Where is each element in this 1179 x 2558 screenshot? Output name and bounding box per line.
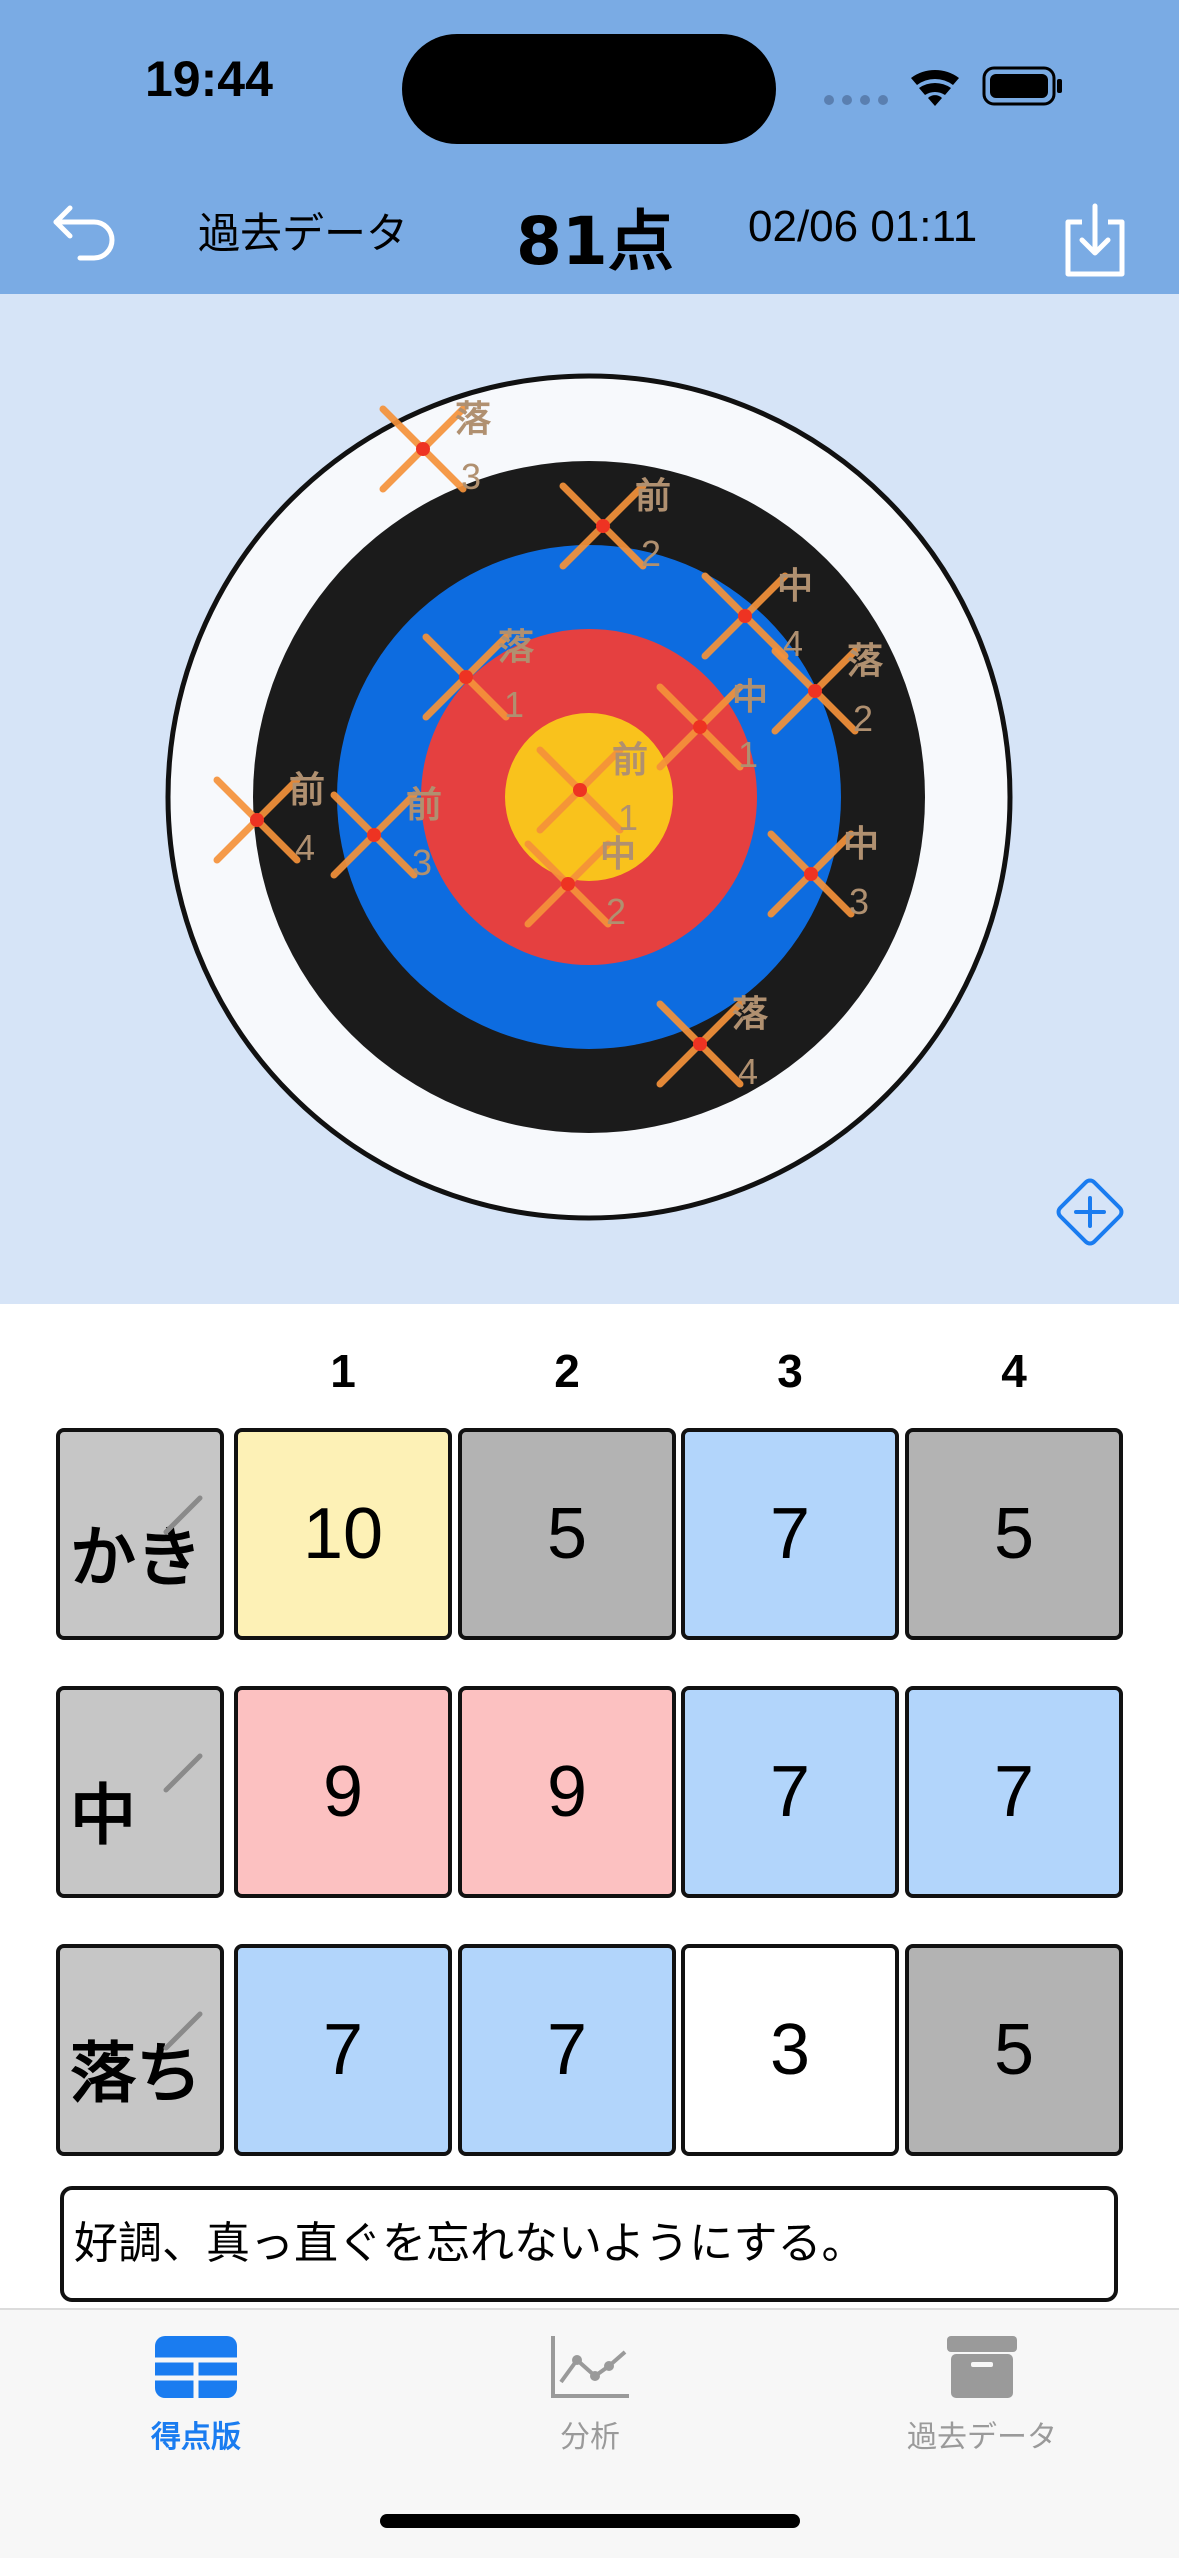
record-datetime: 02/06 01:11 bbox=[748, 202, 978, 251]
score-cell[interactable]: 5 bbox=[458, 1428, 676, 1640]
row-label-ochi[interactable]: 落ち bbox=[56, 1944, 224, 2156]
score-table: 1 2 3 4 かき 10 5 7 5 中 9 9 7 7 落ち 7 7 3 5… bbox=[0, 1304, 1179, 2308]
home-indicator bbox=[380, 2514, 800, 2528]
tab-label: 過去データ bbox=[907, 2420, 1057, 2455]
marker-label: 中 bbox=[843, 824, 879, 865]
marker-number: 2 bbox=[606, 891, 626, 932]
tab-analysis[interactable]: 分析 bbox=[440, 2330, 740, 2470]
row-label-text: 中 bbox=[70, 1777, 136, 1854]
column-header-3: 3 bbox=[777, 1345, 803, 1397]
marker-label: 落 bbox=[498, 627, 535, 668]
tab-past-data[interactable]: 過去データ bbox=[832, 2330, 1132, 2470]
column-header-1: 1 bbox=[330, 1345, 356, 1397]
signal-icon bbox=[824, 95, 888, 105]
pencil-icon[interactable] bbox=[160, 1750, 206, 1796]
marker-label: 中 bbox=[600, 834, 636, 875]
plus-diamond-icon[interactable] bbox=[1052, 1174, 1128, 1250]
score-cell[interactable]: 3 bbox=[681, 1944, 899, 2156]
marker-number: 3 bbox=[461, 456, 481, 497]
status-icons bbox=[824, 66, 1062, 106]
marker-label: 前 bbox=[635, 476, 671, 517]
tab-scoreboard[interactable]: 得点版 bbox=[46, 2330, 346, 2470]
dynamic-island bbox=[402, 34, 776, 144]
pencil-icon[interactable] bbox=[160, 1492, 206, 1538]
column-header-4: 4 bbox=[1001, 1345, 1027, 1397]
wifi-icon bbox=[911, 70, 959, 106]
marker-number: 2 bbox=[853, 698, 873, 739]
marker-label: 落 bbox=[455, 399, 492, 440]
marker-number: 3 bbox=[849, 881, 869, 922]
line-chart-icon bbox=[551, 2336, 629, 2398]
marker-label: 落 bbox=[732, 994, 769, 1035]
marker-label: 前 bbox=[612, 740, 648, 781]
memo-field[interactable]: 好調、真っ直ぐを忘れないようにする。 bbox=[60, 2186, 1118, 2302]
marker-label: 前 bbox=[289, 770, 325, 811]
tab-label: 得点版 bbox=[151, 2420, 241, 2455]
undo-arrow-icon[interactable] bbox=[50, 190, 130, 270]
score-cell[interactable]: 9 bbox=[234, 1686, 452, 1898]
battery-icon bbox=[982, 66, 1062, 106]
marker-number: 1 bbox=[738, 734, 758, 775]
score-cell[interactable]: 7 bbox=[681, 1428, 899, 1640]
marker-number: 4 bbox=[295, 827, 315, 868]
score-cell[interactable]: 5 bbox=[905, 1428, 1123, 1640]
row-label-kaki[interactable]: かき bbox=[56, 1428, 224, 1640]
status-time: 19:44 bbox=[145, 51, 273, 107]
score-cell[interactable]: 7 bbox=[681, 1686, 899, 1898]
archive-box-icon bbox=[947, 2336, 1017, 2398]
score-cell[interactable]: 5 bbox=[905, 1944, 1123, 2156]
row-label-naka[interactable]: 中 bbox=[56, 1686, 224, 1898]
target-area[interactable]: 落3前2中4落1落2中1前1前4前3中2中3落4 bbox=[0, 294, 1179, 1304]
archery-target[interactable]: 落3 前2中4落1落2中1前1前4前3 中2中3落4 bbox=[0, 294, 1179, 1304]
marker-number: 1 bbox=[618, 797, 638, 838]
header: 過去データ 81点 02/06 01:11 bbox=[0, 160, 1179, 294]
marker-label: 中 bbox=[732, 677, 768, 718]
past-data-label[interactable]: 過去データ bbox=[198, 200, 408, 261]
marker-label: 前 bbox=[406, 785, 442, 826]
marker-label: 落 bbox=[847, 641, 884, 682]
column-header-2: 2 bbox=[554, 1345, 580, 1397]
score-cell[interactable]: 7 bbox=[458, 1944, 676, 2156]
marker-label: 中 bbox=[777, 566, 813, 607]
score-cell[interactable]: 7 bbox=[905, 1686, 1123, 1898]
grid-table-icon bbox=[155, 2336, 237, 2398]
marker-number: 2 bbox=[641, 533, 661, 574]
tab-bar: 得点版 分析 過去データ bbox=[0, 2308, 1179, 2558]
status-bar: 19:44 bbox=[0, 0, 1179, 160]
pencil-icon[interactable] bbox=[160, 2008, 206, 2054]
marker-number: 1 bbox=[504, 684, 524, 725]
score-cell[interactable]: 9 bbox=[458, 1686, 676, 1898]
marker-number: 4 bbox=[738, 1051, 758, 1092]
total-score: 81点 bbox=[516, 203, 674, 280]
score-cell[interactable]: 7 bbox=[234, 1944, 452, 2156]
marker-number: 3 bbox=[412, 842, 432, 883]
download-tray-icon[interactable] bbox=[1060, 200, 1130, 280]
tab-label: 分析 bbox=[560, 2420, 620, 2455]
score-cell[interactable]: 10 bbox=[234, 1428, 452, 1640]
